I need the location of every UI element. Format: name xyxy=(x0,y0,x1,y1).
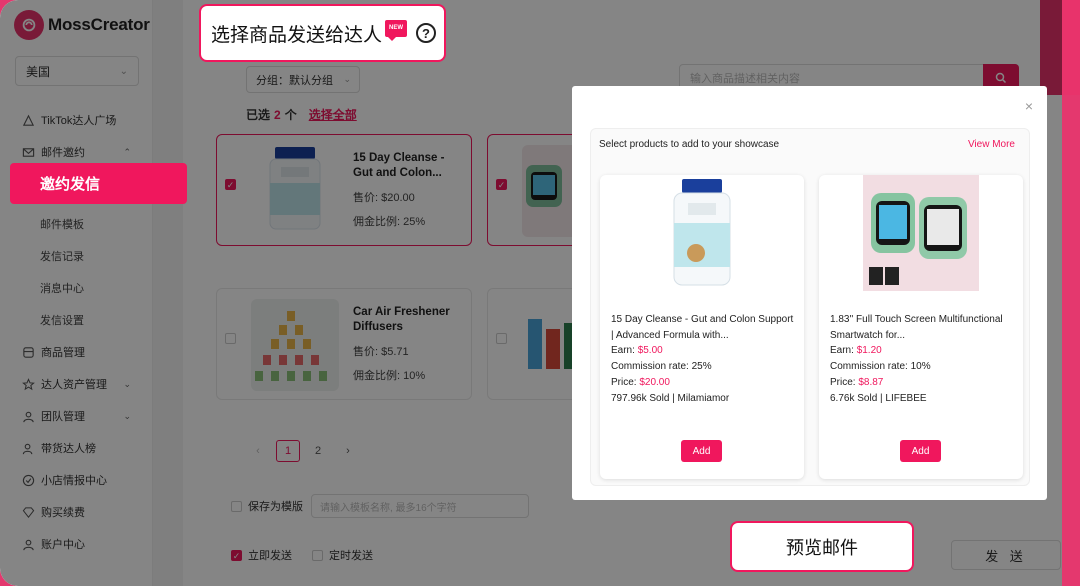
new-badge: NEW xyxy=(385,19,408,41)
product-picker-modal: × Select products to add to your showcas… xyxy=(572,86,1047,500)
earn-value: $5.00 xyxy=(637,345,663,356)
close-icon[interactable]: × xyxy=(1025,98,1033,114)
product-earn: Earn: $5.00 xyxy=(611,345,663,356)
earn-label: Earn: xyxy=(830,345,854,356)
title-callout: 选择商品发送给达人 NEW ? xyxy=(199,4,446,62)
product-title: 1.83'' Full Touch Screen Multifunctional… xyxy=(830,314,1003,341)
product-earn: Earn: $1.20 xyxy=(830,345,882,356)
help-icon[interactable]: ? xyxy=(416,23,437,43)
price-value: $8.87 xyxy=(858,377,884,388)
price-label: Price: xyxy=(830,377,856,388)
product-price: Price: $8.87 xyxy=(830,377,883,388)
product-sold: 797.96k Sold | Milamiamor xyxy=(611,393,730,404)
showcase-product-card: 15 Day Cleanse - Gut and Colon Support |… xyxy=(600,175,804,479)
add-button[interactable]: Add xyxy=(681,440,722,462)
product-price: Price: $20.00 xyxy=(611,377,670,388)
product-commission: Commission rate: 10% xyxy=(830,361,931,372)
product-image xyxy=(863,175,979,291)
preview-email-button[interactable]: 预览邮件 xyxy=(730,521,914,572)
price-value: $20.00 xyxy=(639,377,670,388)
showcase-panel: Select products to add to your showcase … xyxy=(590,128,1030,486)
earn-label: Earn: xyxy=(611,345,635,356)
app-window: MossCreator 美国 ⌄ TikTok达人广场 邮件邀约 ⌃ 邮件模板 … xyxy=(0,0,1062,586)
product-sold: 6.76k Sold | LIFEBEE xyxy=(830,393,927,404)
product-title: 15 Day Cleanse - Gut and Colon Support |… xyxy=(611,314,794,341)
callout-title-text: 选择商品发送给达人 xyxy=(211,24,383,46)
product-commission: Commission rate: 25% xyxy=(611,361,712,372)
earn-value: $1.20 xyxy=(856,345,882,356)
showcase-header: Select products to add to your showcase xyxy=(599,139,780,150)
add-button[interactable]: Add xyxy=(900,440,941,462)
price-label: Price: xyxy=(611,377,637,388)
product-image xyxy=(644,175,760,291)
view-more-link[interactable]: View More xyxy=(968,139,1015,150)
sidebar-item-send-invite[interactable]: 邀约发信 xyxy=(10,163,187,204)
showcase-product-card: 1.83'' Full Touch Screen Multifunctional… xyxy=(819,175,1023,479)
